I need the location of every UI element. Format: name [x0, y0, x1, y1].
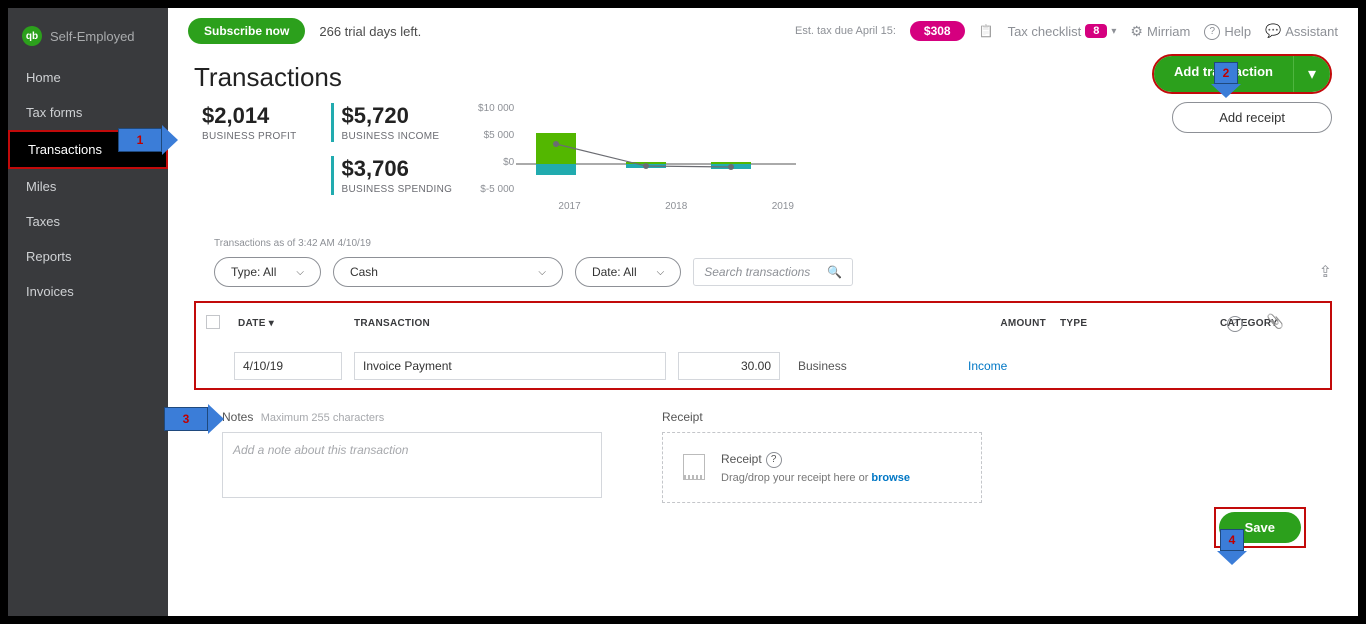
help-icon — [1204, 22, 1220, 40]
app-name: Self-Employed — [50, 29, 135, 44]
topbar: Subscribe now 266 trial days left. Est. … — [168, 8, 1358, 54]
timestamp-note: Transactions as of 3:42 AM 4/10/19 — [214, 238, 1332, 249]
profit-label: BUSINESS PROFIT — [202, 131, 297, 142]
amount-field[interactable] — [678, 352, 780, 380]
income-value: $5,720 — [342, 103, 453, 129]
user-menu[interactable]: Mirriam — [1130, 23, 1190, 40]
app-logo-row: qb Self-Employed — [8, 18, 168, 60]
notes-textarea[interactable]: Add a note about this transaction — [222, 432, 602, 498]
help-link[interactable]: Help — [1204, 22, 1251, 40]
chevron-down-icon: ⌵ — [657, 267, 665, 278]
col-amount-header[interactable]: AMOUNT — [960, 318, 1060, 329]
chevron-down-icon: ⌵ — [296, 267, 304, 278]
help-icon[interactable] — [766, 451, 782, 468]
qb-logo-icon: qb — [22, 26, 42, 46]
attachment-icon[interactable] — [1267, 313, 1284, 332]
select-all-checkbox[interactable] — [206, 315, 220, 329]
help-icon[interactable] — [1227, 313, 1243, 332]
spending-label: BUSINESS SPENDING — [342, 184, 453, 195]
table-header-row: DATE ▾ TRANSACTION AMOUNT TYPE CATEGORY — [196, 303, 1330, 344]
checklist-count-badge: 8 — [1085, 24, 1107, 38]
add-transaction-menu-caret[interactable]: ▾ — [1293, 56, 1330, 92]
date-field[interactable] — [234, 352, 342, 380]
chevron-down-icon: ▾ — [1308, 64, 1316, 84]
chevron-down-icon: ⌵ — [538, 267, 546, 278]
profit-chart: $10 000 $5 000 $0 $-5 000 — [516, 103, 836, 212]
add-receipt-button[interactable]: Add receipt — [1172, 102, 1332, 133]
chevron-down-icon: ▾ — [1111, 26, 1116, 37]
search-input[interactable]: Search transactions 🔍 — [693, 258, 853, 286]
transaction-field[interactable] — [354, 352, 666, 380]
type-value[interactable]: Business — [798, 359, 948, 373]
trial-days-text: 266 trial days left. — [319, 24, 421, 39]
sidebar: qb Self-Employed Home Tax forms Transact… — [8, 8, 168, 616]
sidebar-item-home[interactable]: Home — [8, 60, 168, 95]
chat-icon — [1265, 23, 1281, 39]
export-icon[interactable]: ⇪ — [1319, 262, 1332, 282]
col-transaction-header[interactable]: TRANSACTION — [354, 318, 960, 329]
profit-value: $2,014 — [202, 103, 297, 129]
tax-due-amount[interactable]: $308 — [910, 21, 965, 41]
add-transaction-group: Add transaction ▾ — [1152, 54, 1332, 94]
gear-icon — [1130, 23, 1143, 40]
tax-due-label: Est. tax due April 15: — [795, 25, 896, 37]
transactions-table: DATE ▾ TRANSACTION AMOUNT TYPE CATEGORY … — [194, 301, 1332, 390]
income-label: BUSINESS INCOME — [342, 131, 453, 142]
notes-label: Notes Maximum 255 characters — [222, 410, 602, 424]
sidebar-item-transactions[interactable]: Transactions — [8, 130, 168, 169]
col-date-header[interactable]: DATE ▾ — [234, 318, 354, 329]
sidebar-item-taxes[interactable]: Taxes — [8, 204, 168, 239]
sidebar-item-tax-forms[interactable]: Tax forms — [8, 95, 168, 130]
type-filter[interactable]: Type: All⌵ — [214, 257, 321, 287]
sidebar-item-miles[interactable]: Miles — [8, 169, 168, 204]
chart-svg — [516, 103, 796, 195]
clipboard-icon[interactable] — [979, 24, 994, 38]
add-transaction-button[interactable]: Add transaction — [1154, 56, 1293, 92]
table-row: Business Income — [196, 344, 1330, 388]
category-link[interactable]: Income — [968, 359, 1007, 373]
assistant-link[interactable]: Assistant — [1265, 23, 1338, 39]
sidebar-item-invoices[interactable]: Invoices — [8, 274, 168, 309]
receipt-icon — [683, 454, 705, 480]
receipt-label: Receipt — [662, 410, 982, 424]
date-filter[interactable]: Date: All⌵ — [575, 257, 681, 287]
receipt-dropzone[interactable]: Receipt Drag/drop your receipt here or b… — [662, 432, 982, 503]
browse-link[interactable]: browse — [871, 472, 910, 484]
tax-checklist-link[interactable]: Tax checklist 8 ▾ — [1008, 24, 1117, 39]
subscribe-button[interactable]: Subscribe now — [188, 18, 305, 44]
sidebar-item-reports[interactable]: Reports — [8, 239, 168, 274]
spending-value: $3,706 — [342, 156, 453, 182]
col-type-header[interactable]: TYPE — [1060, 318, 1220, 329]
account-filter[interactable]: Cash⌵ — [333, 257, 563, 287]
save-button[interactable]: Save — [1219, 512, 1301, 543]
search-icon: 🔍 — [827, 265, 842, 279]
